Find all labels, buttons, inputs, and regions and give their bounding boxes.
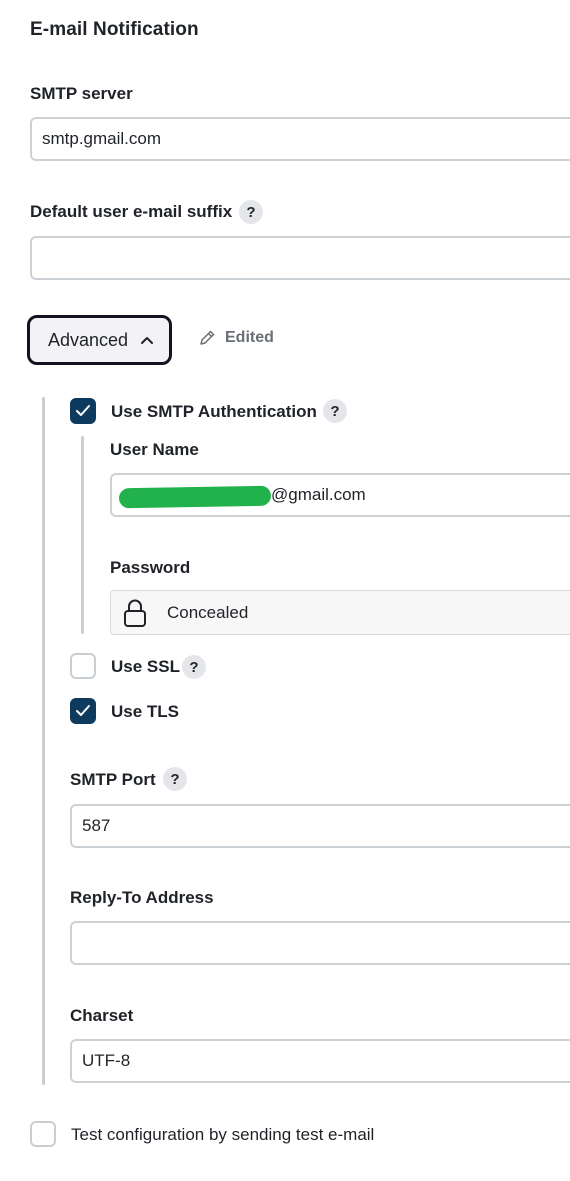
default-suffix-label: Default user e-mail suffix: [30, 202, 233, 221]
smtp-server-label: SMTP server: [30, 84, 133, 103]
smtp-auth-checkbox[interactable]: [70, 398, 96, 424]
smtp-auth-nested-bar: [81, 436, 84, 634]
email-notification-section: E-mail Notification SMTP server smtp.gma…: [0, 0, 570, 1181]
section-title: E-mail Notification: [30, 19, 199, 40]
test-config-label[interactable]: Test configuration by sending test e-mai…: [71, 1125, 374, 1145]
advanced-label: Advanced: [48, 329, 129, 350]
use-ssl-checkbox[interactable]: [70, 653, 96, 679]
advanced-section-bar: [42, 397, 45, 1085]
redaction-mark: [118, 485, 272, 509]
smtp-server-input[interactable]: smtp.gmail.com: [30, 117, 570, 161]
password-field[interactable]: Concealed: [110, 590, 570, 635]
smtp-server-value: smtp.gmail.com: [42, 129, 162, 148]
default-suffix-input[interactable]: [30, 236, 570, 280]
test-config-checkbox[interactable]: [30, 1121, 56, 1147]
smtp-auth-help-icon[interactable]: ?: [323, 399, 347, 423]
username-input[interactable]: @gmail.com: [110, 473, 570, 517]
smtp-auth-label[interactable]: Use SMTP Authentication: [111, 402, 317, 422]
edited-indicator: Edited: [198, 329, 274, 347]
default-suffix-help-icon[interactable]: ?: [239, 200, 263, 224]
use-tls-checkbox[interactable]: [70, 698, 96, 724]
password-label: Password: [110, 558, 191, 577]
username-value: @gmail.com: [271, 485, 366, 504]
advanced-toggle-button[interactable]: Advanced: [27, 315, 172, 365]
use-tls-label[interactable]: Use TLS: [111, 702, 179, 722]
edited-label: Edited: [225, 329, 274, 346]
lock-icon: [123, 598, 147, 628]
charset-input[interactable]: UTF-8: [70, 1039, 570, 1083]
username-label: User Name: [110, 440, 199, 459]
chevron-up-icon: [140, 335, 154, 345]
smtp-port-input[interactable]: 587: [70, 804, 570, 848]
password-value: Concealed: [167, 602, 249, 622]
reply-to-label: Reply-To Address: [70, 888, 214, 907]
charset-label: Charset: [70, 1006, 134, 1025]
smtp-port-value: 587: [82, 816, 111, 835]
pencil-icon: [198, 329, 216, 347]
use-ssl-help-icon[interactable]: ?: [182, 655, 206, 679]
smtp-port-help-icon[interactable]: ?: [163, 767, 187, 791]
check-icon: [76, 405, 90, 416]
charset-value: UTF-8: [82, 1051, 131, 1070]
use-ssl-label[interactable]: Use SSL: [111, 657, 180, 677]
check-icon: [76, 705, 90, 716]
reply-to-input[interactable]: [70, 921, 570, 965]
smtp-port-label: SMTP Port: [70, 770, 156, 789]
